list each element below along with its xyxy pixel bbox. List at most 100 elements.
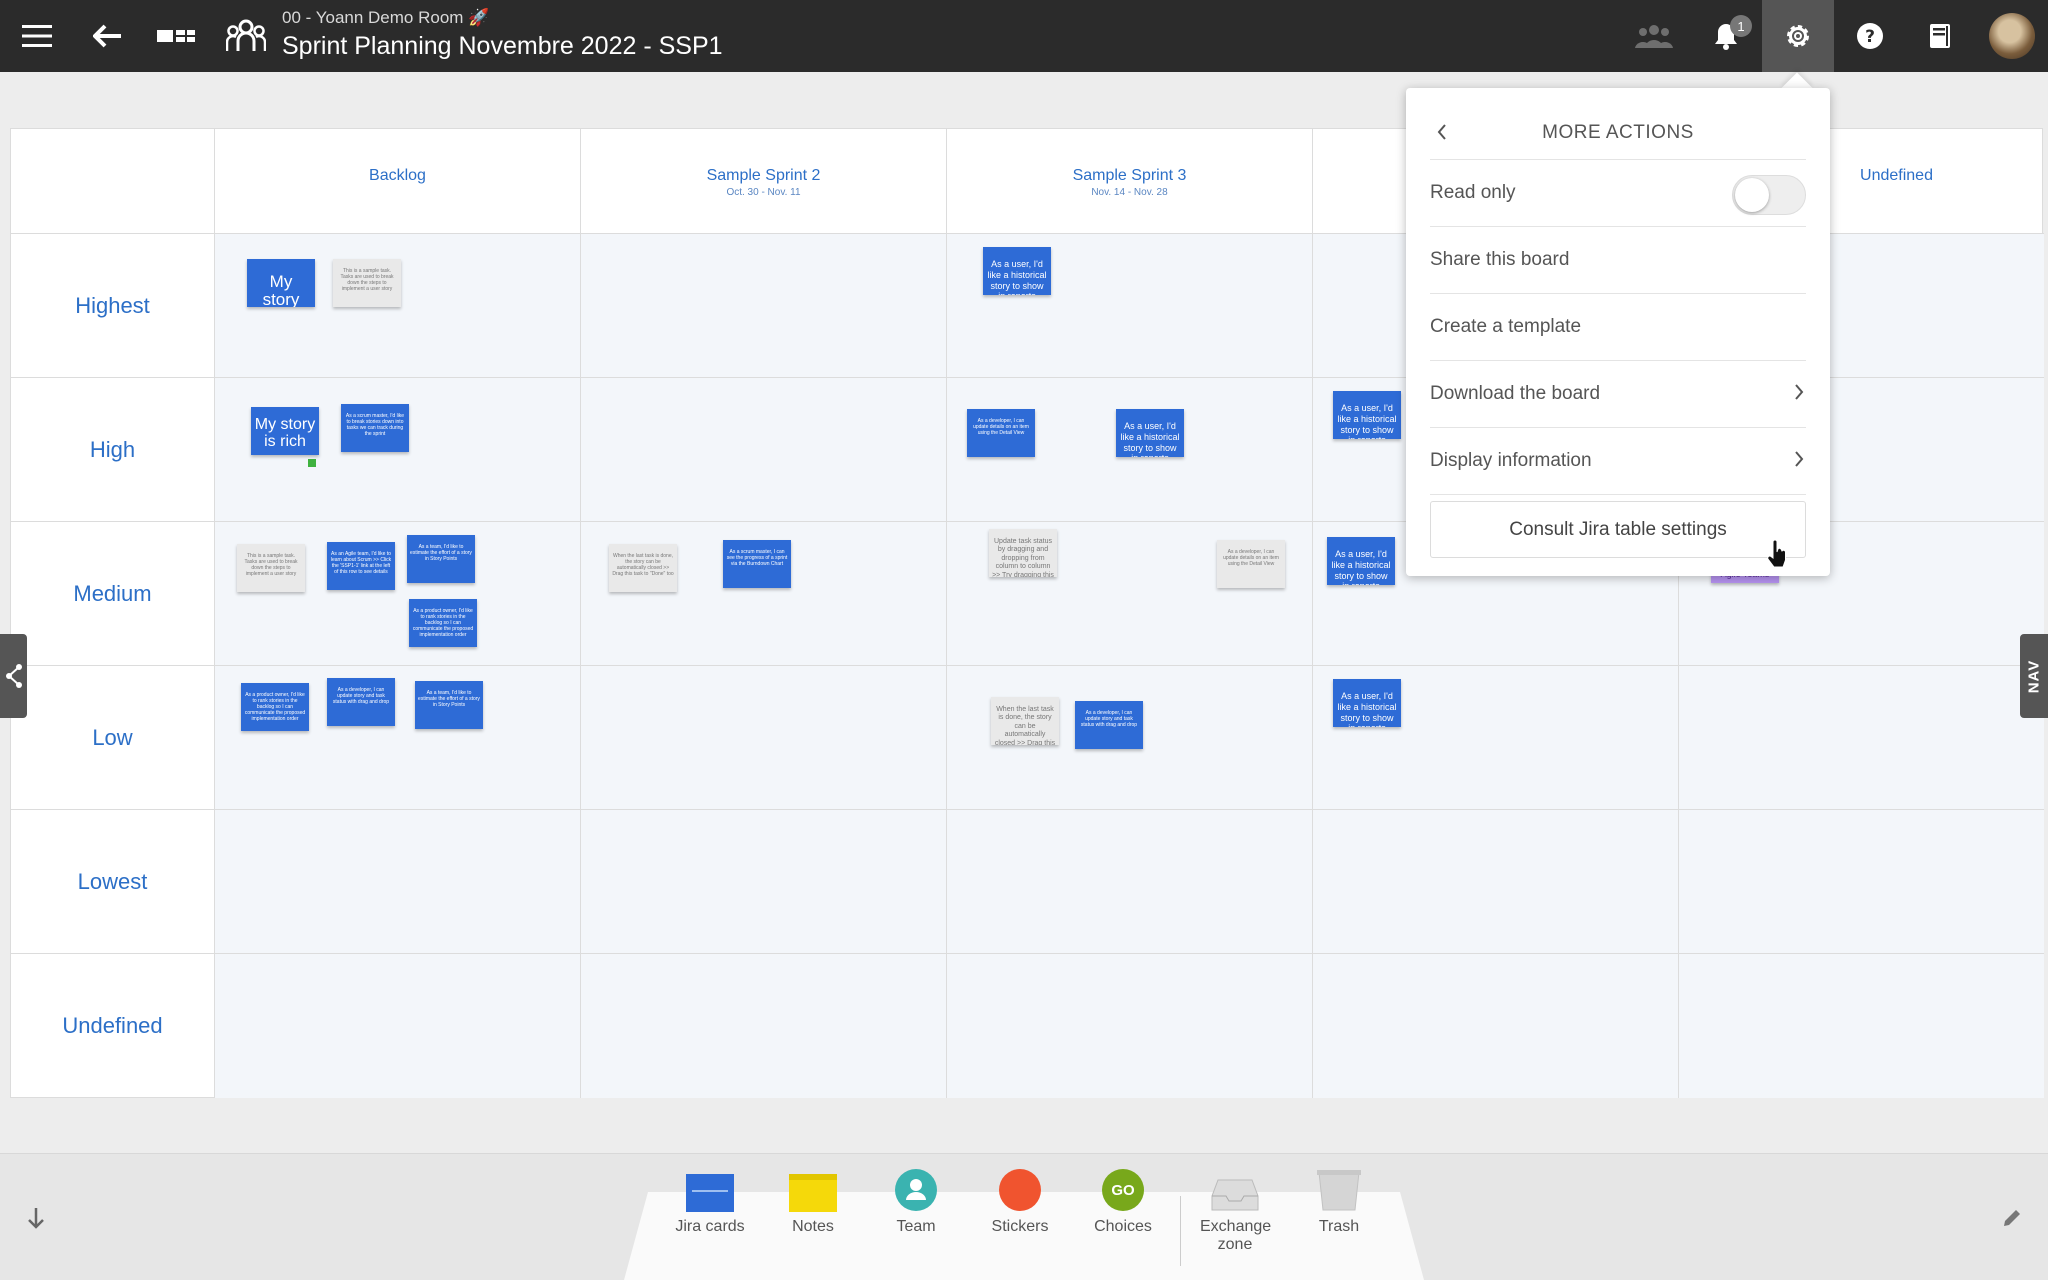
card-title: As a team, I'd like to estimate the effo…: [418, 690, 480, 708]
board-cell[interactable]: [215, 521, 581, 665]
row-header-high[interactable]: High: [11, 377, 215, 521]
consult-jira-settings-button[interactable]: Consult Jira table settings: [1430, 501, 1806, 558]
jira-card[interactable]: This is a sample task. Tasks are used to…: [237, 544, 305, 592]
tool-trash[interactable]: Trash: [1294, 1168, 1384, 1236]
tool-label: Notes: [792, 1218, 834, 1235]
scroll-down-button[interactable]: [22, 1204, 50, 1232]
tray-divider: [1180, 1196, 1181, 1266]
board-cell[interactable]: [1313, 809, 1679, 953]
jira-card[interactable]: As a scrum master, I can see the progres…: [723, 540, 791, 588]
board-cell[interactable]: [1679, 953, 2044, 1098]
tool-jira-cards[interactable]: Jira cards: [665, 1168, 755, 1236]
board-cell[interactable]: [1679, 665, 2044, 809]
jira-card[interactable]: When the last task is done, the story ca…: [609, 544, 677, 592]
read-only-toggle[interactable]: [1732, 175, 1806, 215]
card-title: As a team, I'd like to estimate the effo…: [410, 544, 472, 562]
settings-button[interactable]: [1762, 0, 1834, 72]
row-header-lowest[interactable]: Lowest: [11, 809, 215, 953]
jira-card[interactable]: As a team, I'd like to estimate the effo…: [415, 681, 483, 729]
board-cell[interactable]: [947, 809, 1313, 953]
row-header-undefined[interactable]: Undefined: [11, 953, 215, 1098]
board-cell[interactable]: [581, 953, 947, 1098]
create-template-item[interactable]: Create a template: [1430, 294, 1806, 361]
card-title: As a user, I'd like a historical story t…: [1337, 403, 1397, 439]
download-board-item[interactable]: Download the board: [1430, 361, 1806, 428]
hand-cursor-icon: [1767, 540, 1786, 568]
card-title: As an Agile team, I'd like to learn abou…: [330, 551, 392, 575]
nav-tab[interactable]: NAV: [2020, 634, 2048, 718]
notifications-button[interactable]: 1: [1690, 0, 1762, 72]
jira-card[interactable]: Update task status by dragging and dropp…: [989, 529, 1057, 577]
share-board-item[interactable]: Share this board: [1430, 227, 1806, 294]
tool-exchange-zone[interactable]: Exchange zone: [1190, 1168, 1280, 1253]
notification-badge: 1: [1730, 15, 1752, 37]
board-cell[interactable]: [581, 809, 947, 953]
column-header-backlog[interactable]: Backlog: [215, 129, 581, 233]
card-title: This is a sample task. Tasks are used to…: [340, 268, 394, 292]
room-team-button[interactable]: [210, 0, 282, 72]
jira-card[interactable]: As a user, I'd like a historical story t…: [1327, 537, 1395, 585]
tool-team[interactable]: Team: [871, 1168, 961, 1236]
jira-card[interactable]: As a developer, I can update details on …: [967, 409, 1035, 457]
board-title[interactable]: Sprint Planning Novembre 2022 - SSP1: [282, 32, 723, 61]
user-avatar-button[interactable]: [1976, 0, 2048, 72]
scroll-down-icon: [28, 1208, 44, 1229]
board-cell[interactable]: [581, 233, 947, 377]
board-cell[interactable]: [947, 953, 1313, 1098]
column-name: Backlog: [369, 167, 426, 184]
jira-card[interactable]: As a user, I'd like a historical story t…: [983, 247, 1051, 295]
board-cell[interactable]: [215, 953, 581, 1098]
column-header-sprint-2[interactable]: Sample Sprint 2 Oct. 30 - Nov. 11: [581, 129, 947, 233]
jira-card[interactable]: This is a sample task. Tasks are used to…: [333, 259, 401, 307]
jira-card[interactable]: As a user, I'd like a historical story t…: [1333, 391, 1401, 439]
draw-button[interactable]: [1998, 1204, 2026, 1232]
board-cell[interactable]: [581, 665, 947, 809]
toggle-knob: [1735, 178, 1769, 212]
room-name: 00 - Yoann Demo Room 🚀: [282, 8, 490, 27]
card-title: As a scrum master, I can see the progres…: [726, 549, 788, 567]
share-nodes-icon: [5, 664, 22, 688]
jira-card[interactable]: As a product owner, I'd like to rank sto…: [241, 683, 309, 731]
row-header-low[interactable]: Low: [11, 665, 215, 809]
jira-card[interactable]: As a product owner, I'd like to rank sto…: [409, 599, 477, 647]
card-title: As a developer, I can update story and t…: [332, 687, 390, 705]
jira-card[interactable]: As a team, I'd like to estimate the effo…: [407, 535, 475, 583]
svg-text:?: ?: [1865, 27, 1875, 47]
help-button[interactable]: ?: [1834, 0, 1906, 72]
display-information-item[interactable]: Display information: [1430, 428, 1806, 495]
jira-card[interactable]: As a developer, I can update details on …: [1217, 540, 1285, 588]
row-header-medium[interactable]: Medium: [11, 521, 215, 665]
left-panel-tab[interactable]: [0, 634, 27, 718]
card-title: As a product owner, I'd like to rank sto…: [244, 692, 306, 722]
tool-notes[interactable]: Notes: [768, 1168, 858, 1236]
column-header-sprint-3[interactable]: Sample Sprint 3 Nov. 14 - Nov. 28: [947, 129, 1313, 233]
board-cell[interactable]: [1313, 953, 1679, 1098]
jira-card[interactable]: My story is rich: [251, 407, 319, 455]
jira-card[interactable]: As an Agile team, I'd like to learn abou…: [327, 542, 395, 590]
menu-button[interactable]: [1, 0, 73, 72]
jira-card[interactable]: As a user, I'd like a historical story t…: [1116, 409, 1184, 457]
board-cell[interactable]: [1679, 809, 2044, 953]
jira-card[interactable]: As a developer, I can update story and t…: [327, 678, 395, 726]
top-bar: 00 - Yoann Demo Room 🚀 Sprint Planning N…: [0, 0, 2048, 72]
download-board-label: Download the board: [1430, 383, 1601, 404]
documentation-button[interactable]: [1904, 0, 1976, 72]
row-header-highest[interactable]: Highest: [11, 233, 215, 377]
board-cell[interactable]: [581, 377, 947, 521]
jira-card[interactable]: As a user, I'd like a historical story t…: [1333, 679, 1401, 727]
board-view-button[interactable]: [140, 0, 212, 72]
panel-header: MORE ACTIONS: [1430, 108, 1806, 160]
tool-label: Team: [896, 1218, 936, 1235]
back-button[interactable]: [72, 0, 144, 72]
jira-card[interactable]: When the last task is done, the story ca…: [991, 697, 1059, 745]
tool-stickers[interactable]: Stickers: [975, 1168, 1065, 1236]
card-title: As a developer, I can update story and t…: [1080, 710, 1138, 728]
tool-choices[interactable]: GO Choices: [1078, 1168, 1168, 1236]
jira-card[interactable]: As a scrum master, I'd like to break sto…: [341, 404, 409, 452]
participants-button[interactable]: [1618, 0, 1690, 72]
board-cell[interactable]: [215, 809, 581, 953]
jira-card[interactable]: My story: [247, 259, 315, 307]
team-avatar-icon: [895, 1169, 937, 1211]
read-only-label: Read only: [1430, 182, 1516, 203]
jira-card[interactable]: As a developer, I can update story and t…: [1075, 701, 1143, 749]
